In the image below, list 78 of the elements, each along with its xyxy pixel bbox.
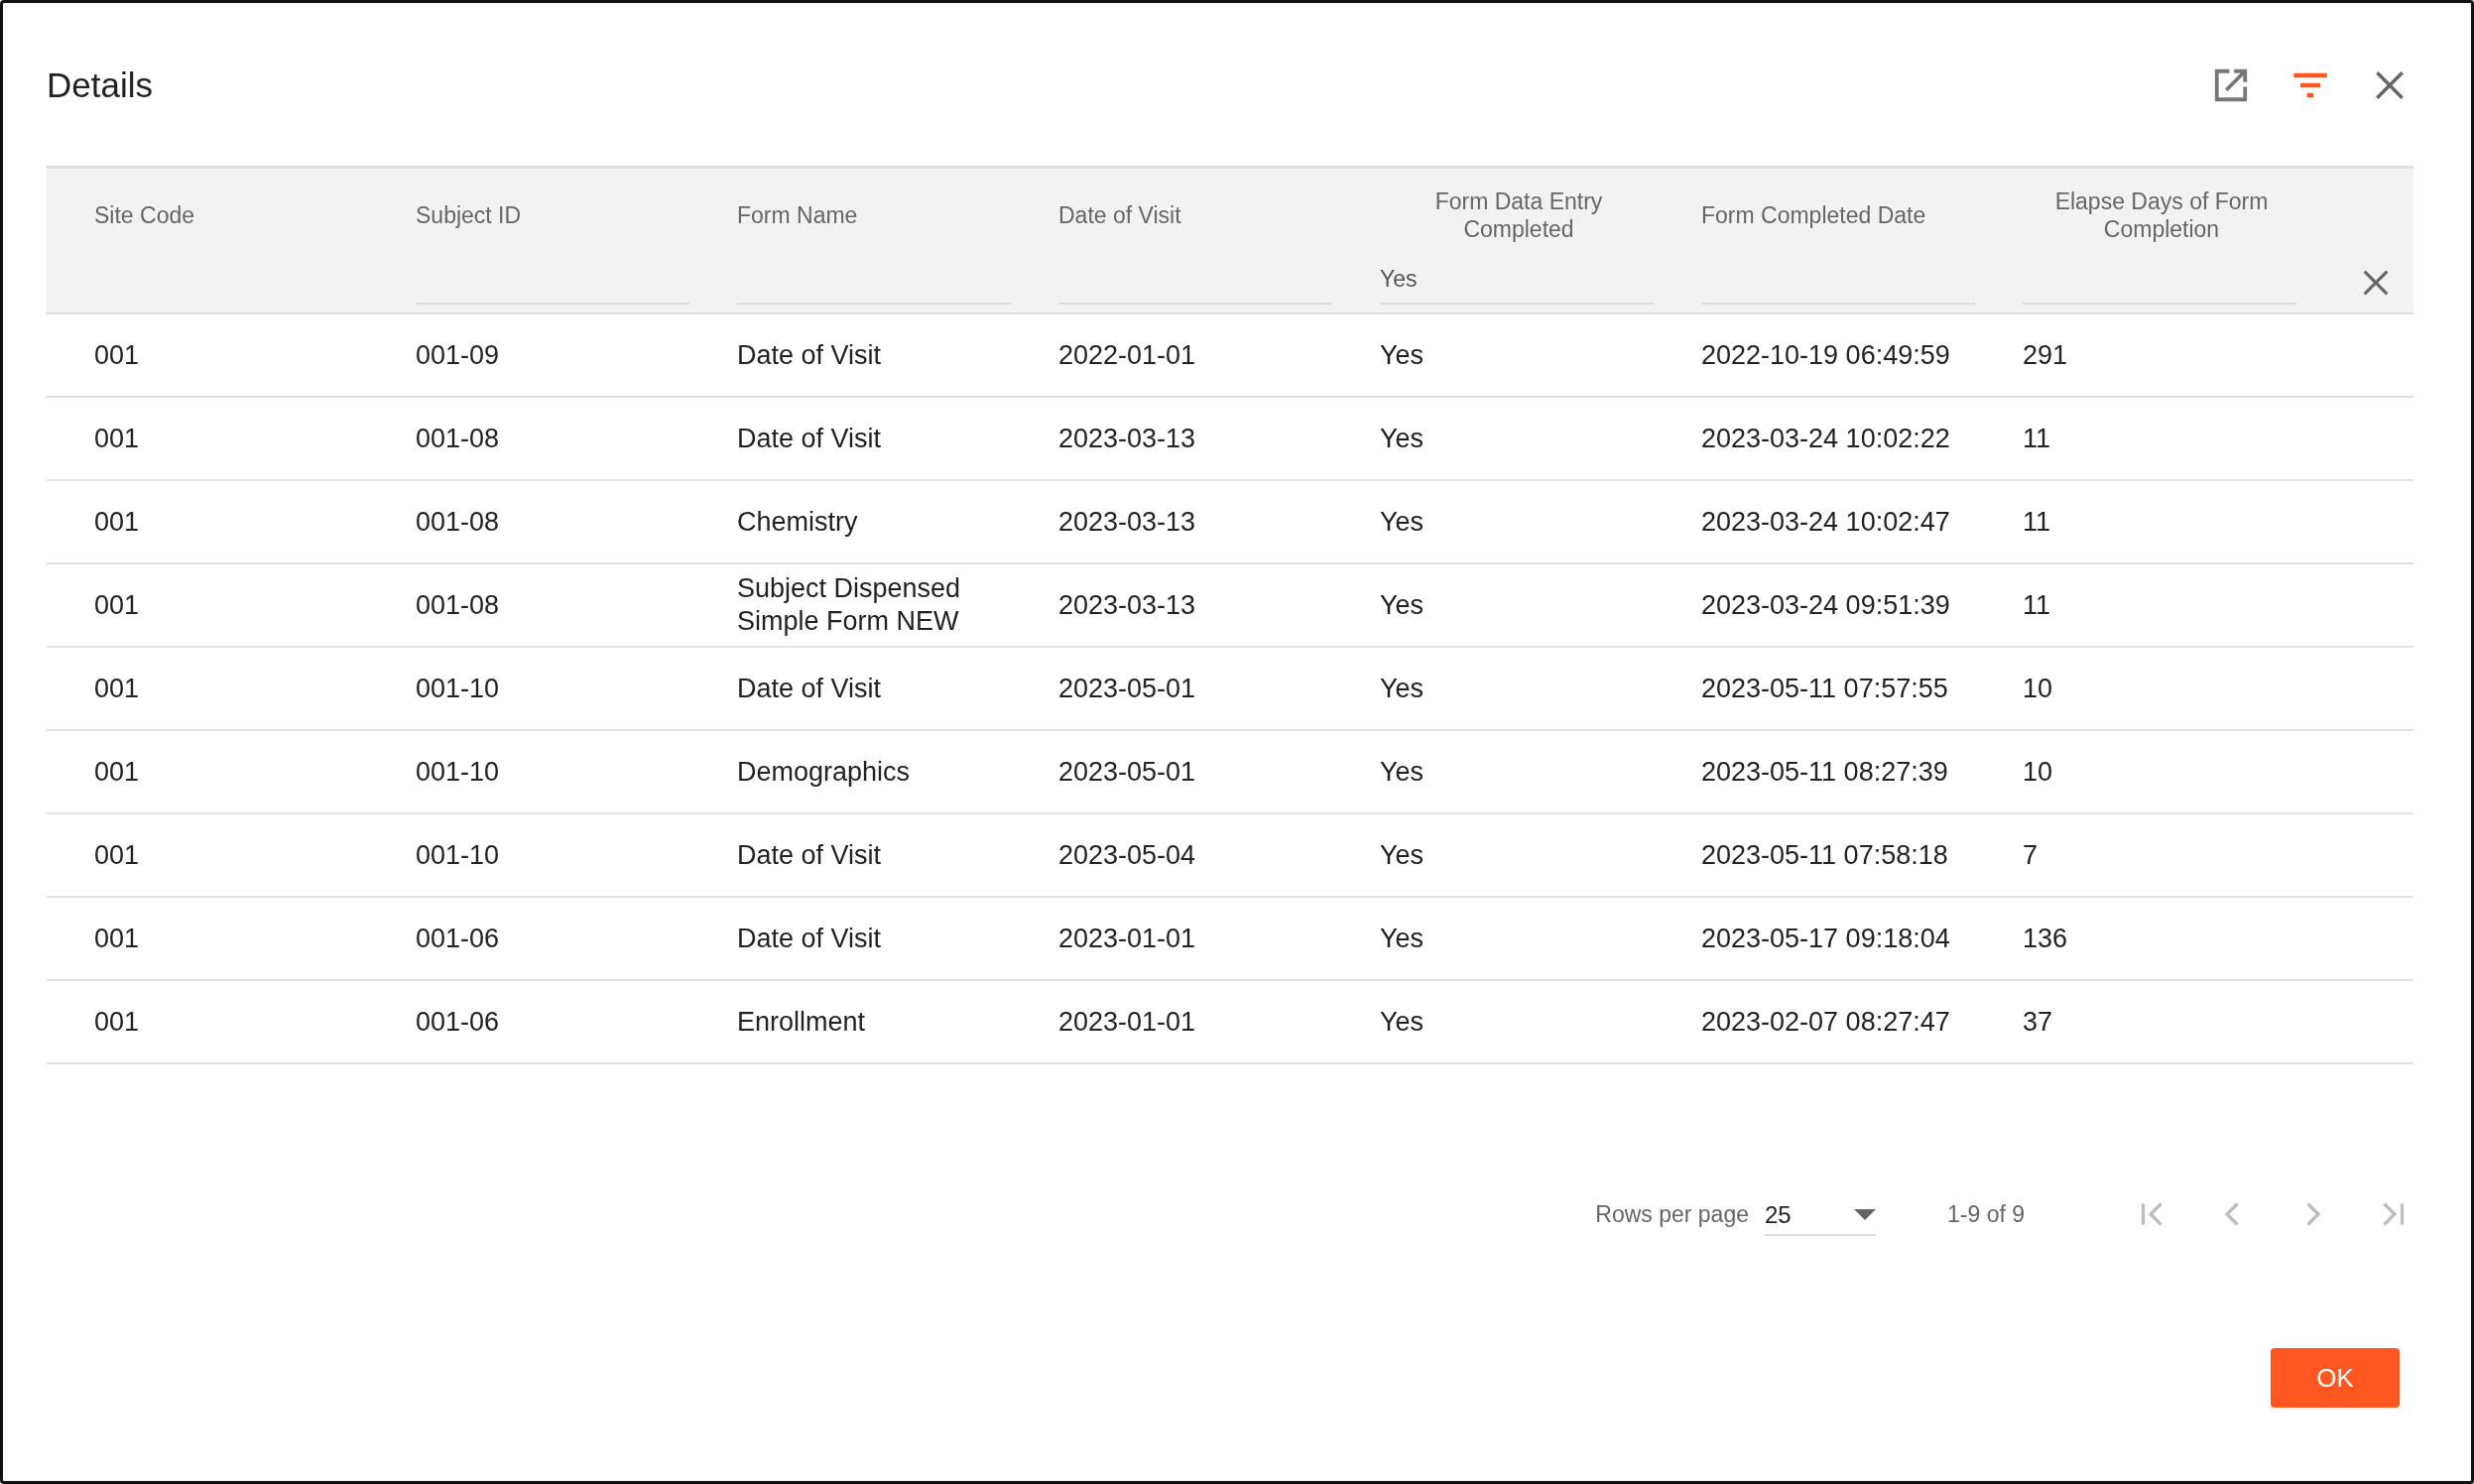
table-cell: 2023-05-04 bbox=[1058, 838, 1196, 872]
rows-per-page-select[interactable]: 25 bbox=[1765, 1192, 1876, 1236]
table-cell: 2023-03-24 10:02:22 bbox=[1701, 422, 1950, 455]
table-cell: 2023-05-11 07:58:18 bbox=[1701, 838, 1948, 872]
table-cell: 001-08 bbox=[416, 588, 500, 622]
table-cell: 001-10 bbox=[416, 755, 500, 789]
table-cell: 37 bbox=[2023, 1005, 2053, 1039]
table-cell: 2023-03-13 bbox=[1058, 588, 1196, 622]
table-cell: 2022-10-19 06:49:59 bbox=[1701, 338, 1950, 372]
table-cell: Date of Visit bbox=[737, 672, 882, 705]
table-cell: 2023-05-17 09:18:04 bbox=[1701, 922, 1950, 955]
filter-field[interactable]: Yes bbox=[1380, 266, 1654, 305]
table-cell: 001 bbox=[94, 338, 140, 372]
table-cell: 291 bbox=[2023, 338, 2068, 372]
table-cell: 10 bbox=[2023, 755, 2053, 789]
column-header: Form Completed Date bbox=[1701, 201, 1927, 230]
table-cell: 136 bbox=[2023, 922, 2068, 955]
table-cell: 2023-03-24 10:02:47 bbox=[1701, 505, 1950, 539]
table-cell: 001-06 bbox=[416, 922, 500, 955]
table-cell: 2023-05-11 07:57:55 bbox=[1701, 672, 1948, 705]
table-cell: 2023-01-01 bbox=[1058, 922, 1196, 955]
table-cell: Chemistry bbox=[737, 505, 858, 539]
table-cell: Enrollment bbox=[737, 1005, 866, 1039]
table-cell: 7 bbox=[2023, 838, 2039, 872]
table-cell: Yes bbox=[1380, 672, 1424, 705]
table-cell: 2022-01-01 bbox=[1058, 338, 1196, 372]
table-cell: 11 bbox=[2023, 422, 2051, 455]
table-cell: 001 bbox=[94, 838, 140, 872]
table-cell: Yes bbox=[1380, 338, 1424, 372]
table-cell: Demographics bbox=[737, 755, 911, 789]
table-cell: 2023-03-24 09:51:39 bbox=[1701, 588, 1950, 622]
table-cell: 001-10 bbox=[416, 838, 500, 872]
table-cell: 001-09 bbox=[416, 338, 500, 372]
table-cell: Yes bbox=[1380, 755, 1424, 789]
open-external-icon bbox=[2212, 66, 2250, 104]
table-cell: 001 bbox=[94, 422, 140, 455]
table-cell: Yes bbox=[1380, 1005, 1424, 1039]
column-header: Site Code bbox=[94, 201, 195, 230]
table-cell: 2023-03-13 bbox=[1058, 422, 1196, 455]
dialog-title: Details bbox=[47, 65, 153, 105]
table-cell: 2023-02-07 08:27:47 bbox=[1701, 1005, 1950, 1039]
table-cell: Yes bbox=[1380, 422, 1424, 455]
table-cell: 001 bbox=[94, 505, 140, 539]
table-cell: 001 bbox=[94, 588, 140, 622]
rows-per-page-label: Rows per page bbox=[1595, 1200, 1749, 1228]
table-cell: 2023-05-01 bbox=[1058, 672, 1196, 705]
table-cell: 001 bbox=[94, 1005, 140, 1039]
table-cell: 10 bbox=[2023, 672, 2053, 705]
table-cell: Yes bbox=[1380, 505, 1424, 539]
table-cell: 001 bbox=[94, 755, 140, 789]
filter-icon bbox=[2290, 70, 2330, 100]
table-cell: 001-06 bbox=[416, 1005, 500, 1039]
table-cell: 001-08 bbox=[416, 422, 500, 455]
table-cell: Date of Visit bbox=[737, 422, 882, 455]
table-cell: 001 bbox=[94, 922, 140, 955]
table-cell: Yes bbox=[1380, 588, 1424, 622]
table-cell: Date of Visit bbox=[737, 338, 882, 372]
dropdown-caret-icon bbox=[1854, 1209, 1876, 1221]
table-cell: 001 bbox=[94, 672, 140, 705]
table-cell: Date of Visit bbox=[737, 838, 882, 872]
table-cell: 11 bbox=[2023, 588, 2051, 622]
column-header: Form Name bbox=[737, 201, 859, 230]
table-cell-text: Subject Dispensed Simple Form NEW bbox=[737, 572, 962, 638]
column-header: Elapse Days of Form Completion bbox=[2053, 187, 2270, 244]
table-cell: Yes bbox=[1380, 838, 1424, 872]
column-header: Subject ID bbox=[416, 201, 523, 230]
table-cell: Yes bbox=[1380, 922, 1424, 955]
table-cell: 2023-05-01 bbox=[1058, 755, 1196, 789]
table-cell: 001-08 bbox=[416, 505, 500, 539]
table-cell: 2023-01-01 bbox=[1058, 1005, 1196, 1039]
table-cell: 2023-03-13 bbox=[1058, 505, 1196, 539]
column-header: Form Data Entry Completed bbox=[1433, 187, 1604, 244]
table-cell: Date of Visit bbox=[737, 922, 882, 955]
column-header: Date of Visit bbox=[1058, 201, 1182, 230]
table-cell: 2023-05-11 08:27:39 bbox=[1701, 755, 1948, 789]
page-range: 1-9 of 9 bbox=[1947, 1200, 2025, 1228]
table-cell: 001-10 bbox=[416, 672, 500, 705]
table-cell: 11 bbox=[2023, 505, 2051, 539]
